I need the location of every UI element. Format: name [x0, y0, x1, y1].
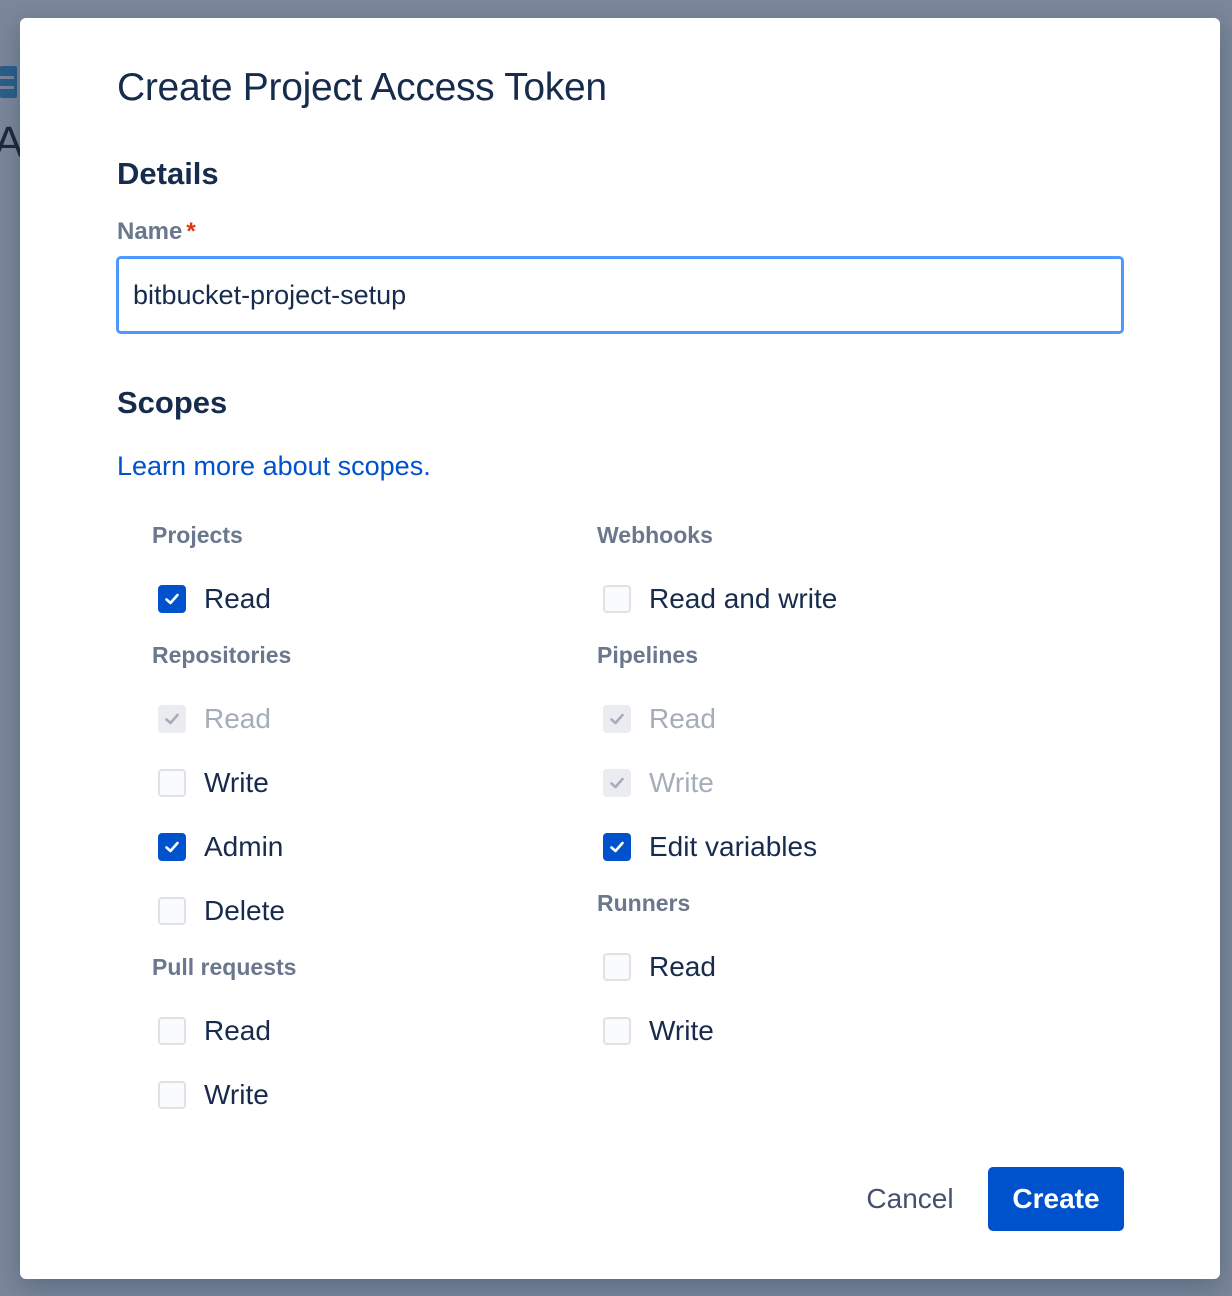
checkbox-icon[interactable]: [158, 897, 186, 925]
checkbox-icon[interactable]: [603, 1017, 631, 1045]
name-field-label: Name *: [117, 218, 196, 246]
repositories-write-option[interactable]: Write: [158, 763, 269, 803]
option-label: Write: [649, 1015, 714, 1046]
option-label: Delete: [204, 895, 285, 926]
option-label: Write: [204, 1079, 269, 1110]
webhooks-group-label: Webhooks: [597, 522, 713, 548]
pipelines-edit-variables-option[interactable]: Edit variables: [603, 827, 817, 867]
repositories-admin-option[interactable]: Admin: [158, 827, 283, 867]
option-label: Read: [649, 951, 716, 982]
create-token-dialog: Create Project Access Token Details Name…: [20, 18, 1220, 1279]
name-label-text: Name: [117, 218, 183, 245]
option-label: Read: [204, 703, 271, 734]
option-label: Write: [204, 767, 269, 798]
checkbox-icon[interactable]: [603, 833, 631, 861]
cancel-button[interactable]: Cancel: [848, 1168, 972, 1230]
pipelines-write-option[interactable]: Write: [603, 763, 714, 803]
checkbox-icon[interactable]: [158, 833, 186, 861]
option-label: Write: [649, 767, 714, 798]
repositories-group-label: Repositories: [152, 642, 292, 668]
runners-read-option[interactable]: Read: [603, 947, 716, 987]
pipelines-group-label: Pipelines: [597, 642, 698, 668]
token-name-input[interactable]: [116, 256, 1124, 334]
pull-requests-write-option[interactable]: Write: [158, 1075, 269, 1115]
scopes-heading: Scopes: [117, 385, 228, 420]
create-button[interactable]: Create: [988, 1167, 1124, 1231]
option-label: Read: [204, 1015, 271, 1046]
projects-group-label: Projects: [152, 522, 243, 548]
checkbox-icon[interactable]: [603, 705, 631, 733]
checkbox-icon[interactable]: [158, 1081, 186, 1109]
checkbox-icon[interactable]: [603, 585, 631, 613]
checkbox-icon[interactable]: [158, 585, 186, 613]
dialog-title: Create Project Access Token: [117, 66, 607, 109]
learn-more-scopes-link[interactable]: Learn more about scopes.: [117, 451, 431, 482]
checkbox-icon[interactable]: [158, 1017, 186, 1045]
option-label: Read: [204, 583, 271, 614]
checkbox-icon[interactable]: [603, 953, 631, 981]
details-heading: Details: [117, 156, 219, 191]
projects-read-option[interactable]: Read: [158, 579, 271, 619]
runners-group-label: Runners: [597, 890, 691, 916]
checkbox-icon[interactable]: [158, 705, 186, 733]
checkbox-icon[interactable]: [158, 769, 186, 797]
required-marker: *: [186, 218, 196, 245]
checkbox-icon[interactable]: [603, 769, 631, 797]
pull-requests-group-label: Pull requests: [152, 954, 297, 980]
runners-write-option[interactable]: Write: [603, 1011, 714, 1051]
repositories-read-option[interactable]: Read: [158, 699, 271, 739]
repositories-delete-option[interactable]: Delete: [158, 891, 285, 931]
background-app-icon: [0, 66, 17, 98]
option-label: Admin: [204, 831, 284, 862]
option-label: Read: [649, 703, 716, 734]
pipelines-read-option[interactable]: Read: [603, 699, 716, 739]
option-label: Edit variables: [649, 831, 818, 862]
webhooks-read-write-option[interactable]: Read and write: [603, 579, 837, 619]
option-label: Read and write: [649, 583, 838, 614]
pull-requests-read-option[interactable]: Read: [158, 1011, 271, 1051]
